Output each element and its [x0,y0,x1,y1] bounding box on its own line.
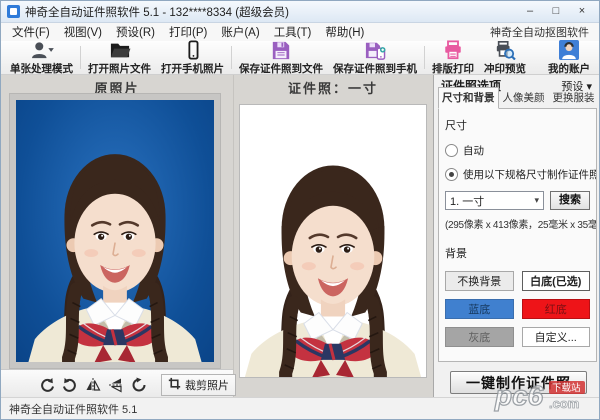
custom-background-button[interactable]: 自定义... [522,327,591,347]
radio-selected-icon[interactable] [445,168,458,181]
tab-size-background[interactable]: 尺寸和背景 [438,87,499,109]
white-background-button[interactable]: 白底(已选) [522,271,591,291]
single-mode-button[interactable]: 单张处理模式 [5,42,78,73]
toolbar-spacer [531,42,543,73]
open-photo-file-button[interactable]: 打开照片文件 [83,42,156,73]
toolbar-separator [231,46,232,69]
crop-photo-label: 裁剪照片 [185,377,229,393]
titlebar: 神奇全自动证件照软件 5.1 - 132****8334 (超级会员) – □ … [1,1,599,23]
flip-horizontal-icon[interactable] [85,376,101,394]
background-buttons-grid: 不换背景 白底(已选) 蓝底 红底 灰底 自定义... [445,271,590,347]
background-section-title: 背景 [445,245,590,261]
spec-size-label: 使用以下规格尺寸制作证件照: [463,167,597,182]
window-controls: – □ × [517,3,595,21]
minimize-button[interactable]: – [517,3,543,21]
flip-vertical-icon[interactable] [108,376,124,394]
blue-background-button[interactable]: 蓝底 [445,299,514,319]
open-phone-photo-button[interactable]: 打开手机照片 [156,42,229,73]
spec-select-row: 1. 一寸 ▾ 搜索 [445,191,590,210]
original-portrait-image [16,100,214,362]
menu-print[interactable]: 打印(P) [162,24,214,40]
phone-icon [182,40,204,60]
menubar: 文件(F) 视图(V) 预设(R) 打印(P) 账户(A) 工具(T) 帮助(H… [1,23,599,41]
rotate-left-icon[interactable] [39,376,55,394]
id-photo-label: 证件照：一寸 [233,78,433,97]
menu-preset[interactable]: 预设(R) [109,24,162,40]
original-photo[interactable] [16,100,214,362]
size-section-title: 尺寸 [445,117,590,133]
original-photo-frame [9,93,221,369]
account-avatar-icon [559,40,579,60]
make-id-photo-button[interactable]: 一键制作证件照 [450,371,587,394]
close-button[interactable]: × [569,3,595,21]
size-spec-value: 1. 一寸 [450,193,484,209]
save-to-phone-label: 保存证件照到手机 [333,61,417,76]
tab-change-clothes[interactable]: 更换服装 [549,87,599,109]
menu-tools[interactable]: 工具(T) [267,24,319,40]
menu-file[interactable]: 文件(F) [5,24,57,40]
rotate-right-icon[interactable] [62,376,78,394]
layout-print-button[interactable]: 排版打印 [427,42,479,73]
options-tabs: 尺寸和背景 人像美颜 更换服装 美妆调整 [438,92,597,109]
photo-edit-toolbar: 裁剪照片 [1,369,233,399]
size-spec-select[interactable]: 1. 一寸 ▾ [445,191,544,210]
save-to-file-button[interactable]: 保存证件照到文件 [234,42,328,73]
red-background-button[interactable]: 红底 [522,299,591,319]
toolbar-separator [424,46,425,69]
rotate-any-icon[interactable] [131,376,147,394]
panel-divider [233,75,234,397]
toolbar-separator [80,46,81,69]
menu-help[interactable]: 帮助(H) [318,24,371,40]
auto-size-radio-row[interactable]: 自动 [445,143,590,158]
save-to-phone-icon [364,40,386,60]
person-mode-icon [30,40,54,60]
maximize-button[interactable]: □ [543,3,569,21]
printer-icon [442,40,464,60]
open-phone-photo-label: 打开手机照片 [161,61,224,76]
menu-view[interactable]: 视图(V) [57,24,109,40]
app-window: 神奇全自动证件照软件 5.1 - 132****8334 (超级会员) – □ … [0,0,600,420]
cutout-software-link[interactable]: 神奇全自动抠图软件 [490,24,595,40]
size-background-tab-content: 尺寸 自动 使用以下规格尺寸制作证件照: 1. 一寸 ▾ 搜索 (295 [438,108,597,362]
size-spec-detail: (295像素 x 413像素，25毫米 x 35毫米) [445,216,590,231]
layout-print-label: 排版打印 [432,61,474,76]
print-preview-button[interactable]: 冲印预览 [479,42,531,73]
statusbar: 神奇全自动证件照软件 5.1 [1,397,599,419]
toolbar: 单张处理模式 打开照片文件 打开手机照片 保存证件照到文件 保存证件 [1,41,599,75]
tab-beautify[interactable]: 人像美颜 [499,87,549,109]
folder-icon [109,40,131,60]
crop-icon [168,377,181,393]
select-chevron-down-icon: ▾ [534,195,539,206]
single-mode-label: 单张处理模式 [10,61,73,76]
auto-size-label: 自动 [463,143,484,158]
window-title: 神奇全自动证件照软件 5.1 - 132****8334 (超级会员) [25,4,289,20]
gray-background-button[interactable]: 灰底 [445,327,514,347]
print-preview-label: 冲印预览 [484,61,526,76]
menu-account[interactable]: 账户(A) [214,24,266,40]
id-portrait-image [240,105,426,377]
print-preview-icon [494,40,516,60]
crop-photo-button[interactable]: 裁剪照片 [161,374,236,396]
save-to-phone-button[interactable]: 保存证件照到手机 [328,42,422,73]
radio-unselected-icon[interactable] [445,144,458,157]
search-button[interactable]: 搜索 [550,191,590,210]
open-photo-file-label: 打开照片文件 [88,61,151,76]
main-area: 原照片 证件照：一寸 [1,75,599,397]
spec-size-radio-row[interactable]: 使用以下规格尺寸制作证件照: [445,167,590,182]
status-text: 神奇全自动证件照软件 5.1 [9,401,137,417]
my-account-label: 我的账户 [548,61,590,76]
save-to-file-label: 保存证件照到文件 [239,61,323,76]
id-photo-preview[interactable] [239,104,427,378]
app-icon [7,5,20,18]
my-account-button[interactable]: 我的账户 [543,42,595,73]
id-photo-options-panel: 证件照选项 预设 ▾ 尺寸和背景 人像美颜 更换服装 美妆调整 尺寸 自动 [433,75,599,397]
save-floppy-icon [270,40,292,60]
keep-background-button[interactable]: 不换背景 [445,271,514,291]
